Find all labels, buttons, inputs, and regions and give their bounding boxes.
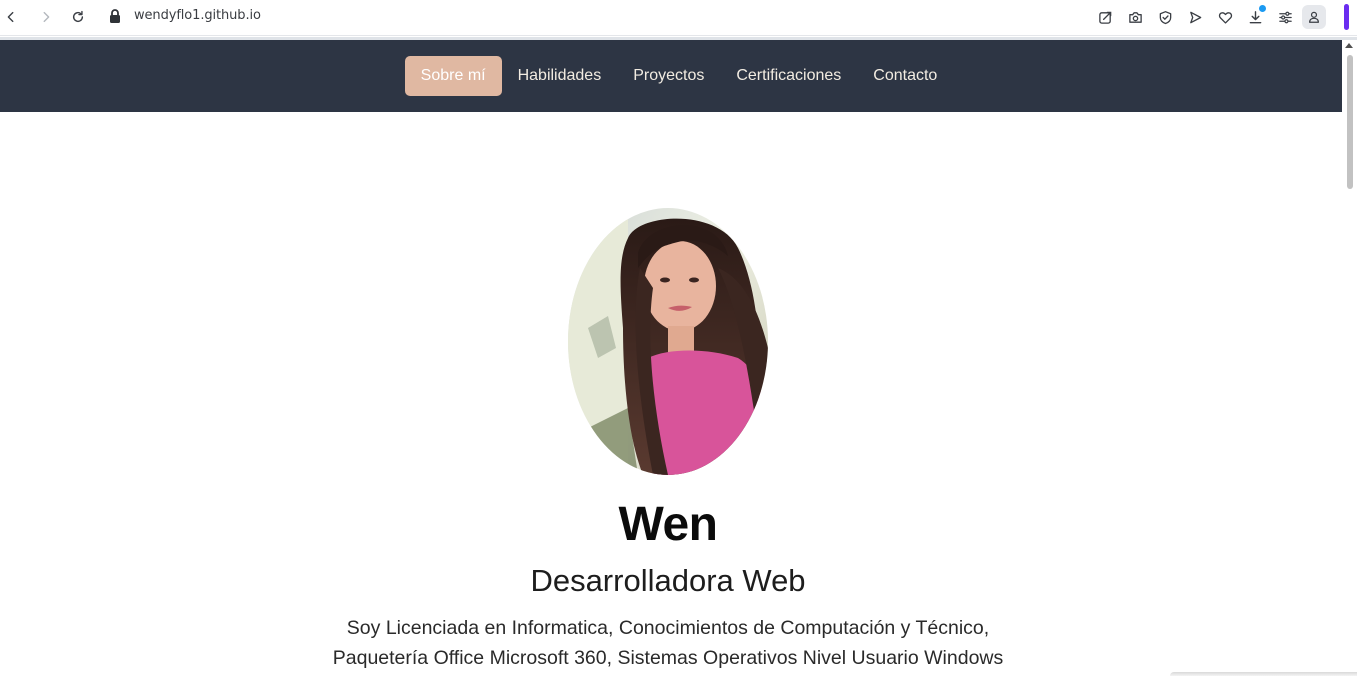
nav-item-certificaciones[interactable]: Certificaciones <box>720 56 857 96</box>
send-icon[interactable] <box>1184 6 1206 28</box>
site-navbar: Sobre mí Habilidades Proyectos Certifica… <box>0 40 1342 112</box>
page-viewport: Sobre mí Habilidades Proyectos Certifica… <box>0 37 1357 676</box>
hero-description-line: Paquetería Office Microsoft 360, Sistema… <box>332 647 1004 669</box>
sidebar-toggle[interactable] <box>1344 4 1349 30</box>
scroll-up-arrow-icon[interactable] <box>1345 43 1353 48</box>
scrollbar-thumb[interactable] <box>1347 55 1353 189</box>
forward-arrow-icon[interactable] <box>35 6 57 28</box>
hero-description-line: Soy Licenciada en Informatica, Conocimie… <box>346 617 990 639</box>
back-arrow-icon[interactable] <box>0 6 22 28</box>
shield-check-icon[interactable] <box>1154 6 1176 28</box>
notification-edge <box>1170 672 1357 676</box>
lock-icon[interactable] <box>108 8 122 24</box>
nav-item-proyectos[interactable]: Proyectos <box>617 56 720 96</box>
easy-setup-icon[interactable] <box>1274 6 1296 28</box>
heart-icon[interactable] <box>1214 6 1236 28</box>
browser-toolbar: wendyflo1.github.io <box>0 0 1357 36</box>
nav-item-contacto[interactable]: Contacto <box>857 56 953 96</box>
profile-icon[interactable] <box>1302 5 1326 29</box>
edit-share-icon[interactable] <box>1094 6 1116 28</box>
camera-icon[interactable] <box>1124 6 1146 28</box>
profile-photo <box>568 208 768 475</box>
nav-item-sobre-mi[interactable]: Sobre mí <box>404 56 502 96</box>
nav-item-habilidades[interactable]: Habilidades <box>502 56 618 96</box>
hero-description: Soy Licenciada en Informatica, Conocimie… <box>0 613 1336 673</box>
hero-name: Wen <box>618 498 718 551</box>
download-badge <box>1259 5 1266 12</box>
reload-icon[interactable] <box>67 6 89 28</box>
nav-list: Sobre mí Habilidades Proyectos Certifica… <box>404 56 954 96</box>
hero-role: Desarrolladora Web <box>530 563 806 598</box>
address-bar-url[interactable]: wendyflo1.github.io <box>134 8 261 23</box>
